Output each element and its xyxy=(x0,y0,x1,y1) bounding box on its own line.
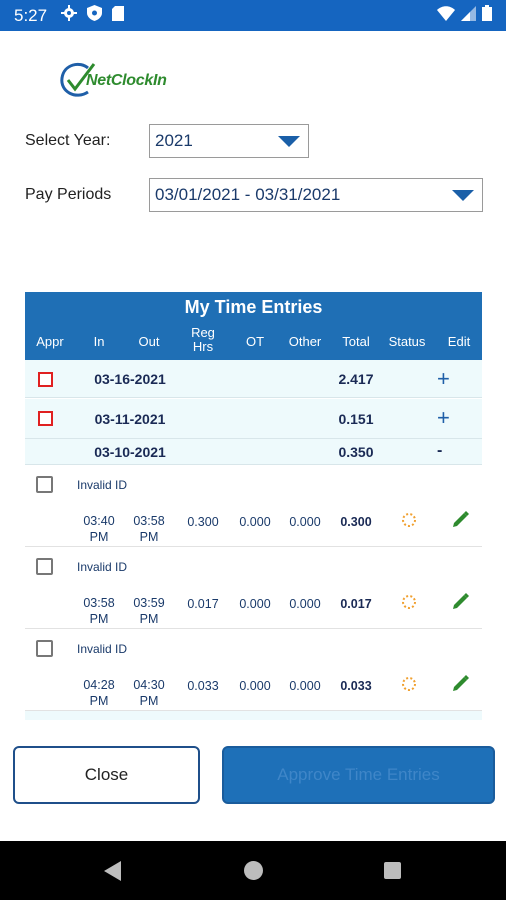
entry-out: 03:59 PM xyxy=(129,595,169,627)
pay-period-select[interactable]: 03/01/2021 - 03/31/2021 xyxy=(149,178,483,212)
navigation-bar xyxy=(0,841,506,900)
status-bar: 5:27 xyxy=(0,0,506,31)
entry-out: 04:30 PM xyxy=(129,677,169,709)
entry-out-ampm: PM xyxy=(139,530,159,544)
approve-checkbox[interactable] xyxy=(36,476,53,493)
entry-in-time: 03:40 xyxy=(83,514,115,528)
col-other: Other xyxy=(288,334,322,349)
expand-button[interactable]: + xyxy=(437,405,450,431)
pencil-icon[interactable] xyxy=(450,592,470,612)
entry-out-time: 04:30 xyxy=(133,678,165,692)
home-icon[interactable] xyxy=(244,861,263,880)
col-ot: OT xyxy=(245,334,265,349)
entry-ot: 0.000 xyxy=(239,679,271,693)
entry-total: 0.300 xyxy=(340,515,372,529)
col-out: Out xyxy=(138,334,160,349)
col-in: In xyxy=(93,334,105,349)
wifi-icon xyxy=(437,5,455,26)
year-select[interactable]: 2021 xyxy=(149,124,309,158)
status-time: 5:27 xyxy=(14,5,48,25)
table-row[interactable]: Invalid ID 04:28 PM 04:30 PM 0.033 0.000… xyxy=(25,629,482,711)
row-total: 0.151 xyxy=(338,411,374,427)
pay-periods-label: Pay Periods xyxy=(25,186,112,203)
entry-reg: 0.300 xyxy=(187,515,219,529)
collapse-button[interactable]: - xyxy=(437,442,442,460)
row-total: 0.350 xyxy=(338,444,374,460)
entry-out-ampm: PM xyxy=(139,612,159,626)
recent-apps-icon[interactable] xyxy=(384,862,401,879)
expand-button[interactable]: + xyxy=(437,366,450,392)
year-select-value: 2021 xyxy=(155,131,193,150)
entry-in: 03:58 PM xyxy=(79,595,119,627)
entry-id: Invalid ID xyxy=(77,560,128,574)
col-reg-line2: Hrs xyxy=(192,339,214,354)
gear-icon xyxy=(61,5,78,26)
pending-status-icon xyxy=(400,593,418,611)
entry-other: 0.000 xyxy=(289,515,321,529)
entry-id: Invalid ID xyxy=(77,642,128,656)
col-edit: Edit xyxy=(447,334,471,349)
entry-out-ampm: PM xyxy=(139,694,159,708)
approve-time-entries-button[interactable]: Approve Time Entries xyxy=(222,746,495,804)
approve-checkbox[interactable] xyxy=(36,640,53,657)
entry-in-time: 03:58 xyxy=(83,596,115,610)
entry-total: 0.033 xyxy=(340,679,372,693)
entry-in-ampm: PM xyxy=(89,530,109,544)
app-screen: 5:27 NetClockIn Select Year: 2021 Pay Pe… xyxy=(0,0,506,900)
entry-out-time: 03:59 xyxy=(133,596,165,610)
cellular-icon xyxy=(461,5,476,26)
row-date: 03-10-2021 xyxy=(94,444,166,460)
entry-in: 03:40 PM xyxy=(79,513,119,545)
entry-other: 0.000 xyxy=(289,597,321,611)
entry-in-ampm: PM xyxy=(89,694,109,708)
back-icon[interactable] xyxy=(104,861,121,881)
row-date: 03-11-2021 xyxy=(94,411,166,427)
table-row[interactable]: 03-16-2021 2.417 + xyxy=(25,360,482,398)
row-total: 2.417 xyxy=(338,371,374,387)
table-row[interactable]: 03-10-2021 0.350 - xyxy=(25,439,482,465)
table-row[interactable]: Invalid ID 03:40 PM 03:58 PM 0.300 0.000… xyxy=(25,465,482,547)
pay-period-select-value: 03/01/2021 - 03/31/2021 xyxy=(155,185,341,204)
battery-icon xyxy=(482,5,492,26)
chevron-down-icon xyxy=(452,190,474,201)
pencil-icon[interactable] xyxy=(450,510,470,530)
entry-reg: 0.033 xyxy=(187,679,219,693)
chevron-down-icon xyxy=(278,136,300,147)
close-button[interactable]: Close xyxy=(13,746,200,804)
table-row xyxy=(25,711,482,720)
col-total: Total xyxy=(342,334,370,349)
row-date: 03-16-2021 xyxy=(94,371,166,387)
logo-text: NetClockIn xyxy=(86,72,167,89)
col-appr: Appr xyxy=(36,334,64,349)
entry-ot: 0.000 xyxy=(239,515,271,529)
table-row[interactable]: 03-11-2021 0.151 + xyxy=(25,399,482,439)
entry-in-ampm: PM xyxy=(89,612,109,626)
entry-total: 0.017 xyxy=(340,597,372,611)
pending-status-icon xyxy=(400,511,418,529)
shield-icon xyxy=(87,5,103,26)
entry-in-time: 04:28 xyxy=(83,678,115,692)
pencil-icon[interactable] xyxy=(450,674,470,694)
entry-out: 03:58 PM xyxy=(129,513,169,545)
entry-reg: 0.017 xyxy=(187,597,219,611)
sd-card-icon xyxy=(112,5,125,26)
netclockin-logo: NetClockIn xyxy=(58,60,188,102)
approve-checkbox[interactable] xyxy=(38,372,53,387)
col-status: Status xyxy=(388,334,426,349)
col-reg-hrs: Reg Hrs xyxy=(181,326,225,354)
table-title: My Time Entries xyxy=(184,297,323,317)
table-header: My Time Entries Appr In Out Reg Hrs OT O… xyxy=(25,292,482,360)
approve-checkbox[interactable] xyxy=(38,411,53,426)
table-row[interactable]: Invalid ID 03:58 PM 03:59 PM 0.017 0.000… xyxy=(25,547,482,629)
entry-in: 04:28 PM xyxy=(79,677,119,709)
col-reg-line1: Reg xyxy=(191,325,215,340)
entry-id: Invalid ID xyxy=(77,478,128,492)
entry-out-time: 03:58 xyxy=(133,514,165,528)
entry-ot: 0.000 xyxy=(239,597,271,611)
entry-other: 0.000 xyxy=(289,679,321,693)
approve-checkbox[interactable] xyxy=(36,558,53,575)
select-year-label: Select Year: xyxy=(25,132,111,149)
pending-status-icon xyxy=(400,675,418,693)
time-entries-table[interactable]: My Time Entries Appr In Out Reg Hrs OT O… xyxy=(25,292,482,720)
